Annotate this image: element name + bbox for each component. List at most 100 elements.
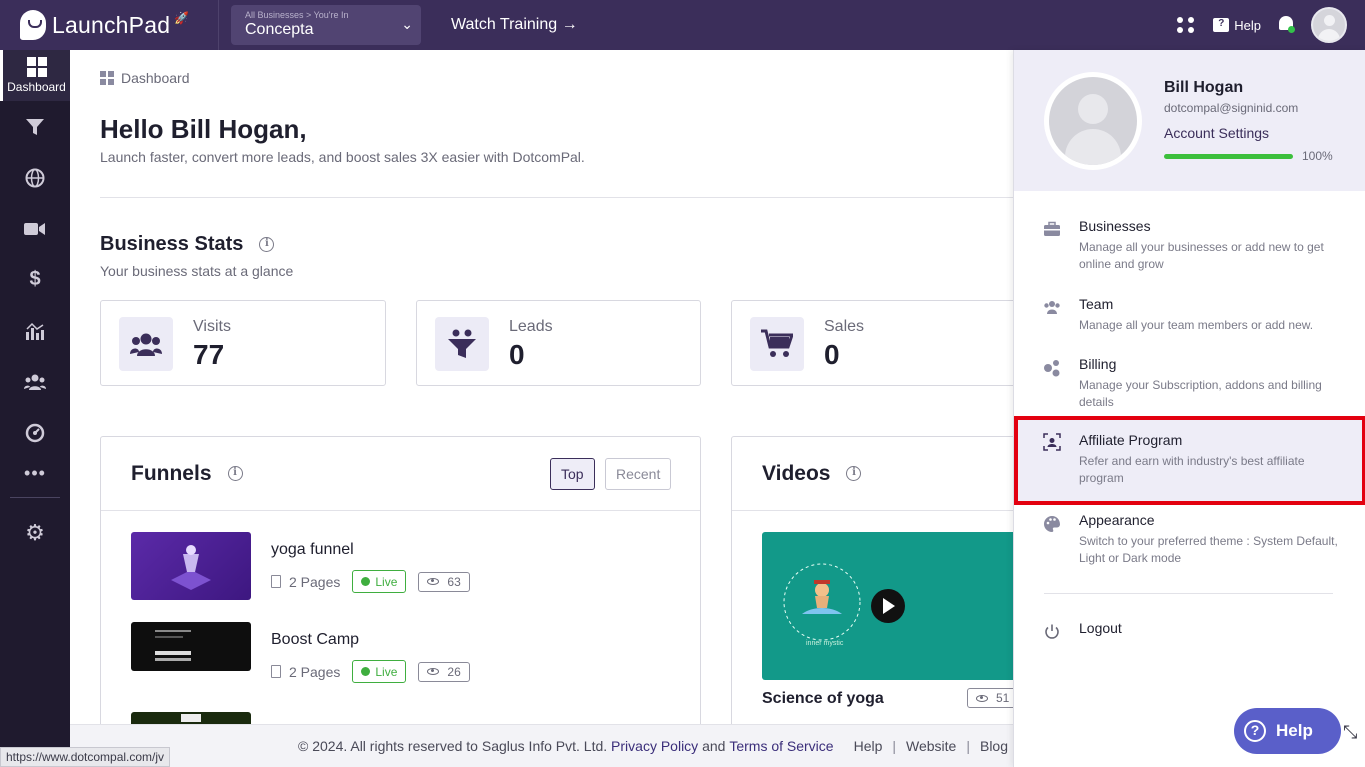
profile-avatar[interactable]: [1044, 72, 1142, 170]
apps-grid-icon[interactable]: [1177, 17, 1195, 33]
views-badge: 63: [418, 571, 470, 592]
info-icon[interactable]: i: [846, 466, 862, 481]
funnel-name[interactable]: Boost Camp: [271, 631, 359, 649]
info-icon[interactable]: i: [259, 237, 275, 252]
gear-icon: ⚙: [25, 519, 45, 545]
sidebar-item-dashboard[interactable]: Dashboard: [0, 50, 70, 101]
funnels-title: Funnels: [131, 461, 212, 485]
funnel-thumbnail[interactable]: [131, 532, 251, 600]
link-status-url: https://www.dotcompal.com/jv: [0, 747, 171, 767]
eye-icon: [976, 694, 988, 702]
profile-email: dotcompal@signinid.com: [1164, 101, 1299, 115]
rocket-icon: 🚀: [174, 11, 190, 25]
divider: [218, 0, 219, 50]
business-stats-subtitle: Your business stats at a glance: [100, 263, 294, 279]
funnel-meta: 2 Pages Live 63: [271, 570, 470, 593]
menu-item-billing[interactable]: Billing Manage your Subscription, addons…: [1014, 356, 1365, 412]
status-label: Live: [375, 664, 398, 679]
business-path: All Businesses > You're In: [245, 10, 349, 20]
funnel-thumbnail[interactable]: [131, 622, 251, 671]
list-item[interactable]: yoga funnel 2 Pages Live 63: [131, 532, 700, 600]
stat-label: Leads: [509, 318, 553, 335]
divider: [1044, 593, 1333, 594]
sidebar-item-more[interactable]: •••: [0, 458, 70, 488]
funnels-header: Funnels i Top Recent: [101, 437, 700, 511]
footer-blog-link[interactable]: Blog: [980, 738, 1008, 754]
views-count: 63: [447, 574, 461, 589]
status-badge: Live: [352, 570, 407, 593]
stat-value: 0: [824, 339, 840, 370]
tab-top[interactable]: Top: [550, 458, 595, 490]
video-title[interactable]: Science of yoga: [762, 690, 884, 708]
profile-progress-text: 100%: [1302, 149, 1333, 163]
account-settings-link[interactable]: Account Settings: [1164, 125, 1269, 141]
funnel-icon: [26, 118, 44, 135]
notification-bell-icon[interactable]: [1277, 15, 1295, 35]
dollar-icon: $: [29, 268, 41, 290]
menu-item-description: Manage all your businesses or add new to…: [1079, 240, 1324, 271]
views-badge: 26: [418, 661, 470, 682]
views-badge: 51: [967, 688, 1013, 708]
briefcase-icon: [1044, 221, 1060, 236]
logout-button[interactable]: Logout: [1014, 620, 1365, 644]
footer-website-link[interactable]: Website: [906, 738, 956, 754]
funnel-meta: 2 Pages Live 26: [271, 660, 470, 683]
copyright-text: © 2024. All rights reserved to Saglus In…: [298, 738, 608, 754]
menu-item-team[interactable]: Team Manage all your team members or add…: [1014, 296, 1365, 336]
help-chat-button[interactable]: ? Help: [1234, 708, 1341, 754]
collapse-icon[interactable]: ⤡: [1343, 722, 1363, 750]
power-icon: [1045, 624, 1059, 639]
sidebar-item-videos[interactable]: [0, 203, 70, 254]
sidebar-item-sales[interactable]: $: [0, 254, 70, 305]
launchpad-logo[interactable]: LaunchPad 🚀: [20, 0, 218, 50]
and-text: and: [702, 738, 726, 754]
stat-value: 77: [193, 339, 225, 370]
menu-item-businesses[interactable]: Businesses Manage all your businesses or…: [1014, 218, 1365, 274]
sidebar-item-contacts[interactable]: [0, 356, 70, 407]
funnels-panel: Funnels i Top Recent yoga funnel 2 Pages…: [100, 436, 701, 767]
funnel-users-icon: [435, 317, 489, 371]
footer-help-link[interactable]: Help: [854, 738, 883, 754]
watch-training-link[interactable]: Watch Training →: [451, 16, 578, 34]
eye-icon: [427, 578, 440, 585]
help-chat-label: Help: [1276, 721, 1313, 740]
top-bar: LaunchPad 🚀 All Businesses > You're In C…: [0, 0, 1365, 50]
footer: © 2024. All rights reserved to Saglus In…: [70, 724, 1013, 767]
tab-recent[interactable]: Recent: [605, 458, 672, 490]
menu-item-title: Team: [1079, 296, 1114, 312]
account-menu-header: Bill Hogan dotcompal@signinid.com Accoun…: [1014, 50, 1365, 191]
account-menu: Bill Hogan dotcompal@signinid.com Accoun…: [1013, 50, 1365, 767]
help-link[interactable]: ? Help: [1213, 18, 1261, 33]
sidebar-item-websites[interactable]: [0, 152, 70, 203]
privacy-policy-link[interactable]: Privacy Policy: [611, 738, 698, 754]
globe-icon: [25, 168, 45, 187]
breadcrumb-label: Dashboard: [121, 70, 190, 86]
stat-card-leads: Leads 0: [416, 300, 701, 386]
sidebar-item-analytics[interactable]: [0, 305, 70, 356]
funnel-name[interactable]: yoga funnel: [271, 541, 354, 559]
dashboard-icon: [26, 57, 47, 77]
menu-item-affiliate-program[interactable]: Affiliate Program Refer and earn with in…: [1014, 416, 1365, 505]
sidebar-item-funnels[interactable]: [0, 101, 70, 152]
stat-card-sales: Sales 0: [731, 300, 1013, 386]
page-title: Hello Bill Hogan,: [100, 114, 307, 144]
business-stats-title: Business Stats: [100, 233, 244, 255]
menu-item-title: Affiliate Program: [1079, 432, 1183, 448]
sidebar-item-automation[interactable]: [0, 407, 70, 458]
user-avatar[interactable]: [1311, 7, 1347, 43]
sidebar-item-settings[interactable]: ⚙: [0, 507, 70, 558]
video-thumbnail[interactable]: inner mystic: [762, 532, 1013, 680]
videos-header: Videos i: [732, 437, 1013, 511]
divider: |: [892, 738, 897, 754]
billing-icon: [1044, 360, 1060, 377]
terms-link[interactable]: Terms of Service: [729, 738, 833, 754]
question-icon: ?: [1244, 720, 1266, 742]
list-item[interactable]: Boost Camp 2 Pages Live 26: [131, 622, 700, 690]
info-icon[interactable]: i: [227, 466, 243, 481]
business-selector[interactable]: All Businesses > You're In Concepta ⌄: [231, 5, 421, 45]
menu-item-description: Manage all your team members or add new.: [1079, 318, 1314, 332]
stat-label: Visits: [193, 318, 231, 335]
divider: |: [966, 738, 970, 754]
menu-item-appearance[interactable]: Appearance Switch to your preferred them…: [1014, 512, 1365, 568]
video-caption: inner mystic: [806, 640, 844, 647]
